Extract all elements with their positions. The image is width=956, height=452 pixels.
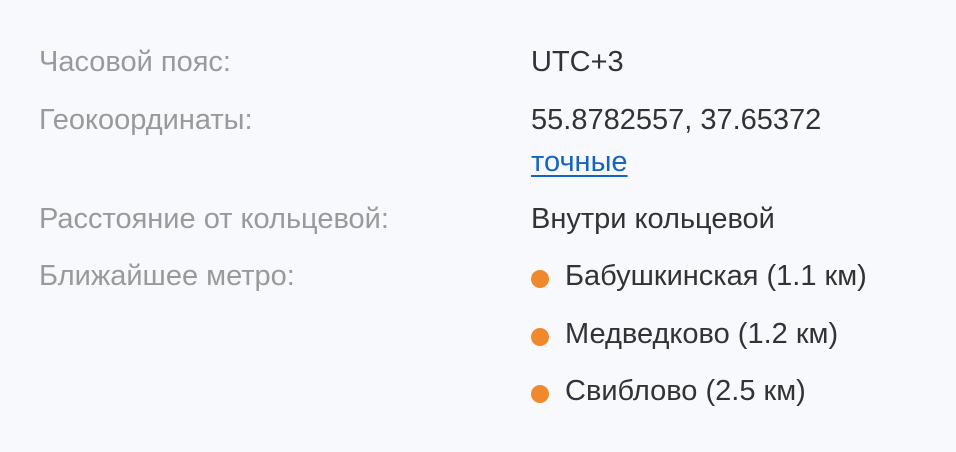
geocoords-label: Геокоординаты:: [39, 104, 253, 136]
ring-distance-value: Внутри кольцевой: [531, 203, 775, 235]
nearest-metro-label: Ближайшее метро:: [39, 260, 295, 292]
metro-station-name: Свиблово (2.5 км): [565, 375, 806, 407]
ring-distance-label: Расстояние от кольцевой:: [39, 203, 389, 235]
metro-line-dot-icon: [531, 385, 549, 403]
timezone-label: Часовой пояс:: [39, 46, 231, 78]
location-details: Часовой пояс: UTC+3 Геокоординаты: 55.87…: [0, 0, 956, 452]
exact-coords-link[interactable]: точные: [531, 148, 628, 177]
metro-station-name: Бабушкинская (1.1 км): [565, 260, 867, 292]
metro-station-name: Медведково (1.2 км): [565, 318, 839, 350]
timezone-value: UTC+3: [531, 46, 624, 78]
geocoords-value: 55.8782557, 37.65372: [531, 104, 822, 136]
metro-line-dot-icon: [531, 270, 549, 288]
metro-line-dot-icon: [531, 328, 549, 346]
